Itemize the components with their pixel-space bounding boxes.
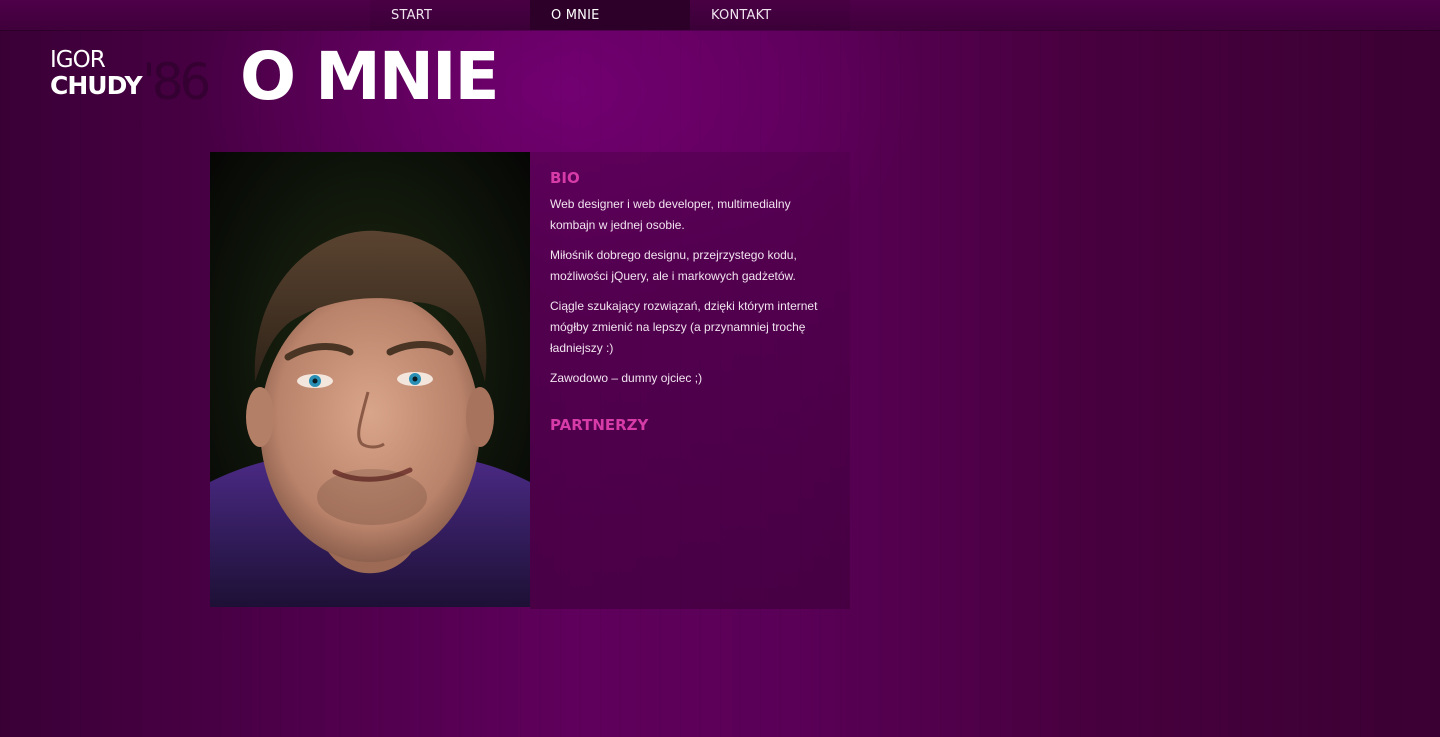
partners-heading: PARTNERZY [550,416,649,434]
nav-item-kontakt[interactable]: KONTAKT [690,0,850,30]
main-nav: START O MNIE KONTAKT [370,0,850,30]
about-content: BIO Web designer i web developer, multim… [210,152,850,609]
bio-paragraph: Web designer i web developer, multimedia… [550,197,791,232]
nav-item-start[interactable]: START [370,0,530,30]
bio-heading: BIO [550,169,580,187]
bio-paragraph: Zawodowo – dumny ojciec ;) [550,371,703,385]
logo-first-name: IGOR [50,47,106,73]
bio-panel: BIO Web designer i web developer, multim… [530,152,850,609]
bio-paragraph: Ciągle szukający rozwiązań, dzięki który… [550,299,818,355]
profile-photo [210,152,530,607]
top-navigation-bar: START O MNIE KONTAKT [0,0,1440,30]
page-title: O MNIE [240,38,500,115]
logo-last-name: CHUDY [50,71,143,100]
nav-item-o-mnie[interactable]: O MNIE [530,0,690,30]
bio-paragraph: Miłośnik dobrego designu, przejrzystego … [550,248,797,283]
logo-year: '86 [142,53,211,111]
site-logo[interactable]: '86 IGOR CHUDY [50,46,220,111]
